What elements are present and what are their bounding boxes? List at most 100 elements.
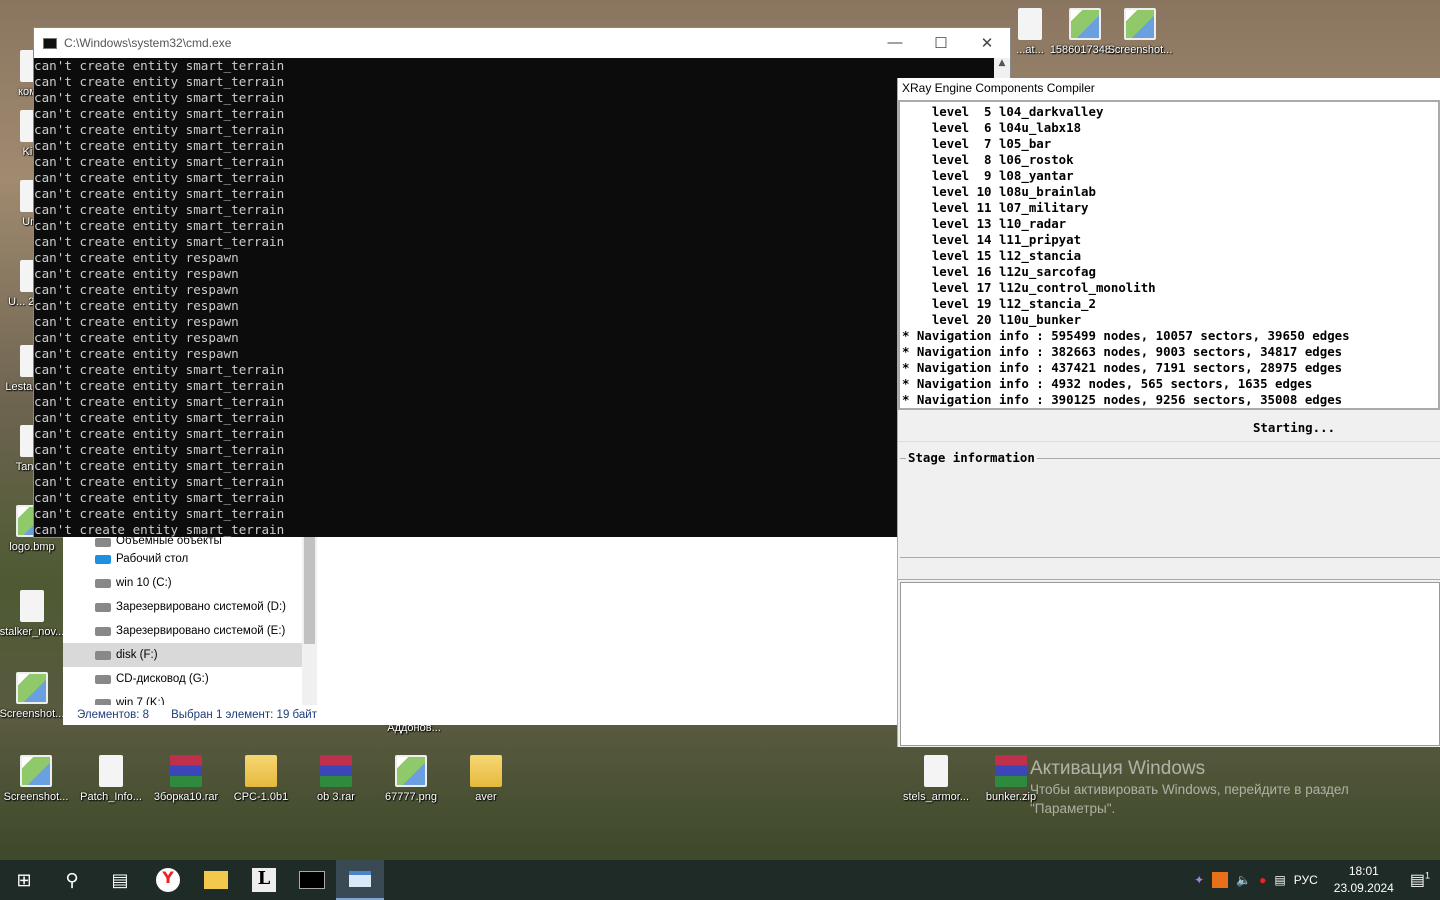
console-line: can't create entity smart_terrain — [34, 410, 285, 425]
launcher-button[interactable]: L — [240, 860, 288, 900]
log-line: level 10 l08u_brainlab — [902, 184, 1096, 199]
yandex-icon: Y — [156, 868, 180, 892]
status-bar: Элементов: 8 Выбран 1 элемент: 19 байт — [63, 705, 897, 725]
l-app-icon: L — [252, 868, 276, 892]
folder-icon — [245, 755, 277, 787]
console-line: can't create entity respawn — [34, 330, 239, 345]
scroll-up-icon[interactable]: ▲ — [994, 58, 1010, 68]
desktop-icon-label: Screenshot... — [0, 708, 65, 720]
img-icon — [16, 672, 48, 704]
task-view-button[interactable]: ▤ — [96, 860, 144, 900]
console-line: can't create entity smart_terrain — [34, 474, 285, 489]
cmd-taskbar-button[interactable] — [288, 860, 336, 900]
drive-icon — [95, 602, 111, 612]
nav-scrollbar[interactable] — [302, 537, 317, 705]
notification-count: 1 — [1424, 870, 1430, 881]
yandex-tray-icon[interactable]: ● — [1259, 873, 1266, 887]
console-line: can't create entity smart_terrain — [34, 202, 285, 217]
app-window-icon — [349, 871, 371, 887]
img-icon — [1069, 8, 1101, 40]
console-line: can't create entity smart_terrain — [34, 394, 285, 409]
console-line: can't create entity smart_terrain — [34, 154, 285, 169]
nav-item-label: CD-дисковод (G:) — [116, 673, 209, 685]
doc-icon — [924, 755, 948, 787]
desktop-icon[interactable]: ob 3.rar — [298, 755, 374, 803]
console-line: can't create entity smart_terrain — [34, 74, 285, 89]
java-icon[interactable] — [1212, 872, 1229, 888]
rar-icon — [995, 755, 1027, 787]
desktop-icon[interactable]: Screenshot... — [1102, 8, 1178, 56]
scroll-thumb[interactable] — [304, 537, 315, 644]
desktop-icon[interactable]: Patch_Info... — [73, 755, 149, 803]
task-view-icon: ▤ — [111, 869, 129, 891]
explorer-window[interactable]: Объемные объекты Рабочий стол win 10 (C:) З… — [63, 537, 897, 725]
console-line: can't create entity smart_terrain — [34, 490, 285, 505]
nav-item[interactable]: Зарезервировано системой (D:) — [63, 595, 317, 619]
desktop-icon[interactable]: 3бopкa10.rar — [148, 755, 224, 803]
language-indicator[interactable]: РУС — [1294, 873, 1318, 887]
nav-item[interactable]: disk (F:) — [63, 643, 317, 667]
console-line: can't create entity respawn — [34, 282, 239, 297]
nav-item[interactable]: Зарезервировано системой (E:) — [63, 619, 317, 643]
network-icon[interactable]: ▤ — [1274, 873, 1285, 887]
desktop-icon-label: ob 3.rar — [317, 791, 355, 803]
drive-icon — [95, 626, 111, 636]
desktop-icon[interactable]: stels_armor... — [898, 755, 974, 803]
console-line: can't create entity smart_terrain — [34, 186, 285, 201]
nav-item-label: Объемные объекты — [116, 537, 222, 547]
feather-icon[interactable]: ✦ — [1194, 873, 1204, 887]
desktop-icon — [95, 554, 111, 564]
clock[interactable]: 18:01 23.09.2024 — [1334, 863, 1394, 897]
desktop-icon-label: stalker_nov... — [0, 626, 65, 638]
navigation-pane: Объемные объекты Рабочий стол win 10 (C:) З… — [63, 537, 317, 705]
nav-item[interactable]: win 10 (C:) — [63, 571, 317, 595]
desktop-icon[interactable]: 67777.png — [373, 755, 449, 803]
drive-icon — [95, 650, 111, 660]
folder-icon — [204, 871, 228, 889]
compiler-log: level 5 l04_darkvalley level 6 l04u_labx… — [898, 100, 1440, 410]
file-explorer-button[interactable] — [192, 860, 240, 900]
selection-info: Выбран 1 элемент: 19 байт — [171, 709, 317, 721]
console-line: can't create entity respawn — [34, 298, 239, 313]
console-line: can't create entity respawn — [34, 266, 239, 281]
search-button[interactable]: ⚲ — [48, 860, 96, 900]
log-line: level 7 l05_bar — [902, 136, 1052, 151]
yandex-browser-button[interactable]: Y — [144, 860, 192, 900]
desktop-icon[interactable]: aver — [448, 755, 524, 803]
desktop-icon[interactable]: CPC-1.0b1 — [223, 755, 299, 803]
start-button[interactable]: ⊞ — [0, 860, 48, 900]
desktop-icon[interactable]: Screenshot... — [0, 672, 70, 720]
desktop-icon[interactable]: stalker_nov... — [0, 590, 70, 638]
progress-bar — [898, 550, 1440, 580]
stage-label: Stage information — [906, 450, 1037, 465]
log-line: level 20 l10u_bunker — [902, 312, 1082, 327]
xray-taskbar-button[interactable] — [336, 860, 384, 900]
console-line: can't create entity smart_terrain — [34, 522, 285, 537]
maximize-button[interactable]: ☐ — [918, 34, 964, 52]
console-line: can't create entity smart_terrain — [34, 122, 285, 137]
folder-icon — [470, 755, 502, 787]
output-panel — [900, 582, 1440, 746]
desktop-icon[interactable]: Screenshot... — [0, 755, 74, 803]
nav-item[interactable]: win 7 (K:) — [63, 691, 317, 705]
nav-item[interactable]: Рабочий стол — [63, 547, 317, 571]
system-tray: ✦ 🔈 ● ▤ РУС 18:01 23.09.2024 ▤1 — [1194, 863, 1440, 897]
console-line: can't create entity smart_terrain — [34, 426, 285, 441]
nav-item-label: win 7 (K:) — [116, 697, 165, 705]
log-line: * Navigation info : 595499 nodes, 10057 … — [902, 328, 1350, 343]
img-icon — [395, 755, 427, 787]
volume-icon[interactable]: 🔈 — [1236, 873, 1251, 887]
nav-item[interactable]: Объемные объекты — [63, 537, 317, 547]
cmd-title-bar[interactable]: C:\Windows\system32\cmd.exe — ☐ ✕ — [34, 28, 1010, 58]
nav-item[interactable]: CD-дисковод (G:) — [63, 667, 317, 691]
notifications-icon[interactable]: ▤1 — [1410, 870, 1430, 890]
xray-compiler-window[interactable]: XRay Engine Components Compiler level 5 … — [897, 78, 1440, 747]
close-button[interactable]: ✕ — [964, 34, 1010, 52]
cmd-window[interactable]: C:\Windows\system32\cmd.exe — ☐ ✕ can't … — [33, 27, 1011, 538]
minimize-button[interactable]: — — [872, 34, 918, 52]
console-line: can't create entity respawn — [34, 250, 239, 265]
desktop-icon-label: aver — [475, 791, 497, 803]
rar-icon — [320, 755, 352, 787]
console-line: can't create entity smart_terrain — [34, 106, 285, 121]
console-line: can't create entity smart_terrain — [34, 362, 285, 377]
